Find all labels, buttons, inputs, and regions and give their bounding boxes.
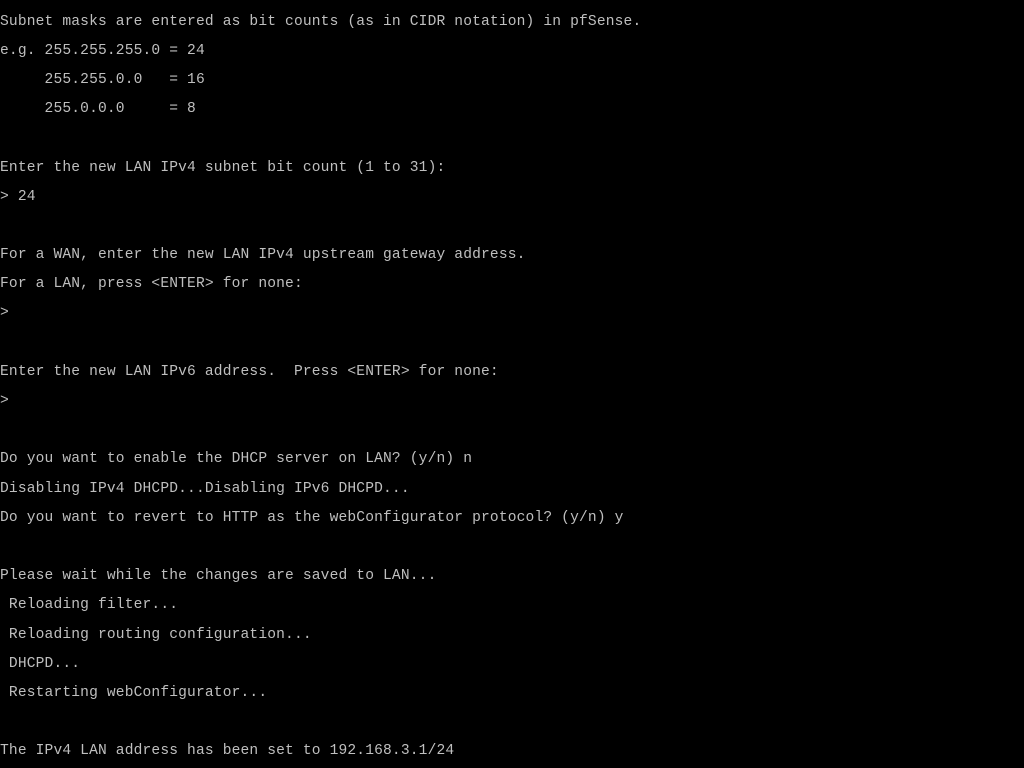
user-input-line: > bbox=[0, 306, 1024, 321]
text-line: Please wait while the changes are saved … bbox=[0, 569, 1024, 584]
blank-line bbox=[0, 540, 1024, 555]
user-input-line: > 24 bbox=[0, 190, 1024, 205]
blank-line bbox=[0, 336, 1024, 351]
text-line: Do you want to revert to HTTP as the web… bbox=[0, 511, 1024, 526]
user-input-line: > bbox=[0, 394, 1024, 409]
blank-line bbox=[0, 131, 1024, 146]
text-line: Reloading routing configuration... bbox=[0, 628, 1024, 643]
text-line: Restarting webConfigurator... bbox=[0, 686, 1024, 701]
blank-line bbox=[0, 423, 1024, 438]
prompt-line: Enter the new LAN IPv4 subnet bit count … bbox=[0, 161, 1024, 176]
text-line: For a LAN, press <ENTER> for none: bbox=[0, 277, 1024, 292]
text-line: Reloading filter... bbox=[0, 598, 1024, 613]
text-line: The IPv4 LAN address has been set to 192… bbox=[0, 744, 1024, 759]
blank-line bbox=[0, 715, 1024, 730]
text-line: For a WAN, enter the new LAN IPv4 upstre… bbox=[0, 248, 1024, 263]
console-screen: Subnet masks are entered as bit counts (… bbox=[0, 0, 1024, 768]
text-line: Disabling IPv4 DHCPD...Disabling IPv6 DH… bbox=[0, 482, 1024, 497]
blank-line bbox=[0, 219, 1024, 234]
text-line: Do you want to enable the DHCP server on… bbox=[0, 452, 1024, 467]
text-line: Subnet masks are entered as bit counts (… bbox=[0, 15, 1024, 30]
text-line: DHCPD... bbox=[0, 657, 1024, 672]
text-line: 255.255.0.0 = 16 bbox=[0, 73, 1024, 88]
text-line: 255.0.0.0 = 8 bbox=[0, 102, 1024, 117]
text-line: e.g. 255.255.255.0 = 24 bbox=[0, 44, 1024, 59]
prompt-line: Enter the new LAN IPv6 address. Press <E… bbox=[0, 365, 1024, 380]
